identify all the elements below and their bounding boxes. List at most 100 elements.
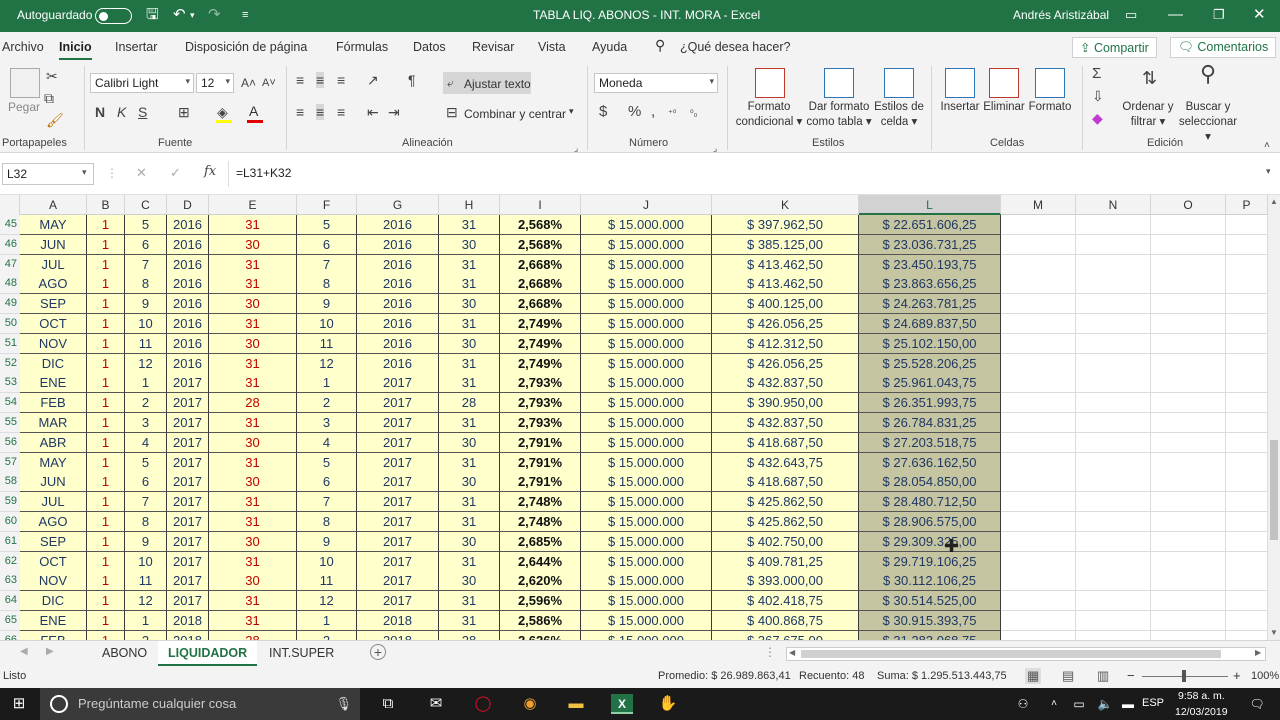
empty-cell[interactable] (1001, 353, 1076, 374)
empty-cell[interactable] (1151, 254, 1226, 275)
cell-a[interactable]: NOV (20, 333, 87, 354)
conditional-format-button[interactable]: Formato condicional ▾ (733, 100, 805, 130)
format-cells-icon[interactable] (1035, 68, 1065, 98)
cell-d[interactable]: 2017 (167, 571, 209, 592)
cell-a[interactable]: ENE (20, 373, 87, 394)
vertical-scroll-thumb[interactable] (1270, 440, 1278, 540)
cell-f[interactable]: 9 (297, 294, 357, 315)
cell-j[interactable]: $ 15.000.000 (581, 571, 712, 592)
cell-g[interactable]: 2017 (357, 591, 439, 612)
cell-c[interactable]: 6 (125, 472, 167, 493)
empty-cell[interactable] (1076, 254, 1151, 275)
cell-j[interactable]: $ 15.000.000 (581, 472, 712, 493)
row-header[interactable]: 48 (0, 274, 20, 295)
empty-cell[interactable] (1001, 254, 1076, 275)
cell-l[interactable]: $ 26.784.831,25 (859, 413, 1001, 433)
cell-e[interactable]: 31 (209, 591, 297, 612)
empty-cell[interactable] (1226, 571, 1268, 592)
cell-f[interactable]: 5 (297, 215, 357, 235)
cell-f[interactable]: 10 (297, 551, 357, 572)
cell-g[interactable]: 2017 (357, 551, 439, 572)
empty-cell[interactable] (1226, 314, 1268, 334)
column-header-h[interactable]: H (439, 195, 500, 215)
cell-f[interactable]: 4 (297, 432, 357, 453)
align-left-icon[interactable]: ≡ (296, 104, 304, 120)
cell-k[interactable]: $ 425.862,50 (712, 512, 859, 532)
zoom-out-icon[interactable]: − (1127, 668, 1135, 683)
comments-button[interactable]: 🗨 Comentarios (1170, 37, 1277, 58)
font-size-select[interactable]: 12 (196, 73, 234, 93)
cell-d[interactable]: 2016 (167, 333, 209, 354)
cell-c[interactable]: 11 (125, 333, 167, 354)
cell-d[interactable]: 2016 (167, 234, 209, 255)
cell-j[interactable]: $ 15.000.000 (581, 531, 712, 552)
cell-g[interactable]: 2016 (357, 234, 439, 255)
cell-f[interactable]: 10 (297, 314, 357, 334)
undo-dropdown-icon[interactable]: ▾ (190, 6, 195, 24)
cell-l[interactable]: $ 30.112.106,25 (859, 571, 1001, 592)
cell-k[interactable]: $ 413.462,50 (712, 274, 859, 295)
cell-g[interactable]: 2017 (357, 492, 439, 513)
cell-e[interactable]: 30 (209, 432, 297, 453)
cell-a[interactable]: JUL (20, 492, 87, 513)
cell-e[interactable]: 31 (209, 413, 297, 433)
column-header-l[interactable]: L (859, 195, 1001, 215)
row-header[interactable]: 61 (0, 531, 20, 552)
fill-icon[interactable]: ⇩ (1092, 88, 1104, 104)
decrease-font-icon[interactable]: A˅ (262, 75, 276, 91)
row-header[interactable]: 53 (0, 373, 20, 394)
conditional-format-icon[interactable] (755, 68, 785, 98)
insert-function-icon[interactable]: fx (204, 164, 216, 179)
clear-icon[interactable]: ◆ (1092, 110, 1103, 126)
empty-cell[interactable] (1076, 215, 1151, 235)
cell-g[interactable]: 2018 (357, 630, 439, 640)
cell-h[interactable]: 31 (439, 353, 500, 374)
cut-icon[interactable]: ✂ (46, 68, 58, 84)
row-header[interactable]: 46 (0, 234, 20, 255)
notifications-icon[interactable]: 🗨 (1246, 694, 1268, 714)
share-button[interactable]: ⇪ Compartir (1072, 37, 1157, 58)
cell-j[interactable]: $ 15.000.000 (581, 452, 712, 473)
cell-l[interactable]: $ 27.203.518,75 (859, 432, 1001, 453)
empty-cell[interactable] (1076, 274, 1151, 295)
cell-h[interactable]: 30 (439, 333, 500, 354)
cell-b[interactable]: 1 (87, 314, 125, 334)
cell-k[interactable]: $ 426.056,25 (712, 353, 859, 374)
sheet-tab-liquidador[interactable]: LIQUIDADOR (158, 641, 258, 667)
merge-center-button[interactable]: Combinar y centrar (464, 107, 566, 121)
cell-l[interactable]: $ 26.351.993,75 (859, 393, 1001, 414)
cell-e[interactable]: 30 (209, 333, 297, 354)
column-header-g[interactable]: G (357, 195, 439, 215)
empty-cell[interactable] (1151, 630, 1226, 640)
cell-b[interactable]: 1 (87, 531, 125, 552)
cell-g[interactable]: 2017 (357, 393, 439, 414)
row-header[interactable]: 47 (0, 254, 20, 275)
text-direction-icon[interactable]: ¶ (408, 72, 416, 88)
cell-a[interactable]: MAY (20, 215, 87, 235)
empty-cell[interactable] (1076, 531, 1151, 552)
empty-cell[interactable] (1076, 393, 1151, 414)
cell-f[interactable]: 11 (297, 333, 357, 354)
cell-h[interactable]: 30 (439, 294, 500, 315)
cell-h[interactable]: 31 (439, 452, 500, 473)
empty-cell[interactable] (1226, 413, 1268, 433)
cell-g[interactable]: 2016 (357, 353, 439, 374)
cell-i[interactable]: 2,793% (500, 413, 581, 433)
cell-j[interactable]: $ 15.000.000 (581, 591, 712, 612)
cell-l[interactable]: $ 29.719.106,25 (859, 551, 1001, 572)
cell-h[interactable]: 30 (439, 571, 500, 592)
task-view-icon[interactable]: ⧉ (377, 694, 399, 714)
close-icon[interactable]: ✕ (1253, 6, 1266, 24)
comma-style-icon[interactable]: , (651, 104, 655, 120)
cell-j[interactable]: $ 15.000.000 (581, 353, 712, 374)
cell-f[interactable]: 8 (297, 274, 357, 295)
cell-c[interactable]: 12 (125, 591, 167, 612)
cell-j[interactable]: $ 15.000.000 (581, 551, 712, 572)
cell-a[interactable]: NOV (20, 571, 87, 592)
cell-e[interactable]: 30 (209, 531, 297, 552)
status-average[interactable]: Promedio: $ 26.989.863,41 (658, 670, 791, 682)
cell-b[interactable]: 1 (87, 571, 125, 592)
excel-taskbar-icon[interactable]: X (611, 694, 633, 714)
empty-cell[interactable] (1076, 591, 1151, 612)
empty-cell[interactable] (1076, 413, 1151, 433)
